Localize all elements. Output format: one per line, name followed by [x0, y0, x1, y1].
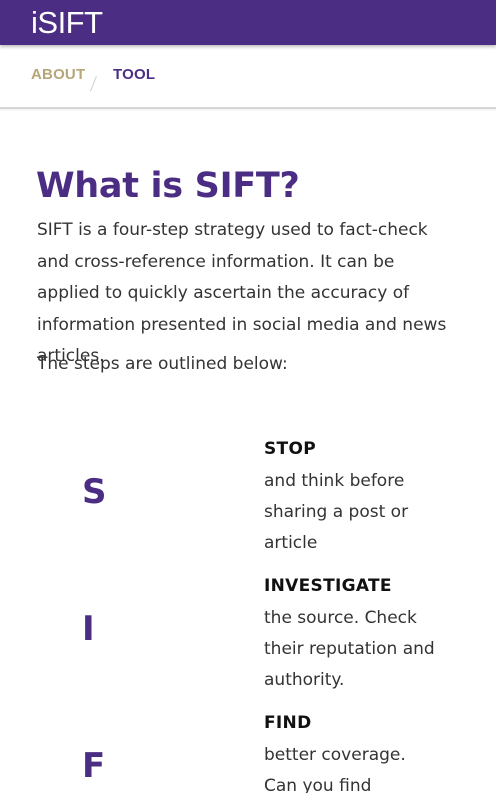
step-description: the source. Check their reputation and a… — [264, 608, 435, 690]
nav-link-tool[interactable]: TOOL — [113, 66, 155, 84]
page-title: What is SIFT? — [36, 166, 300, 206]
nav-link-about[interactable]: ABOUT — [31, 66, 85, 84]
step-title: INVESTIGATE — [264, 576, 392, 596]
brand-logo[interactable]: iSIFT — [31, 6, 103, 40]
step-description: and think before sharing a post or artic… — [264, 471, 409, 553]
step-letter: F — [82, 746, 106, 786]
step-title: FIND — [264, 713, 312, 733]
steps-intro-text: The steps are outlined below: — [37, 354, 288, 374]
step-title: STOP — [264, 439, 316, 459]
step-description: better coverage. Can you find — [264, 745, 406, 793]
nav-separator — [90, 76, 97, 92]
step-letter: S — [82, 472, 107, 512]
step-letter: I — [82, 609, 95, 649]
top-bar: iSIFT — [0, 0, 496, 45]
breadcrumb-nav: ABOUT TOOL — [0, 45, 496, 109]
